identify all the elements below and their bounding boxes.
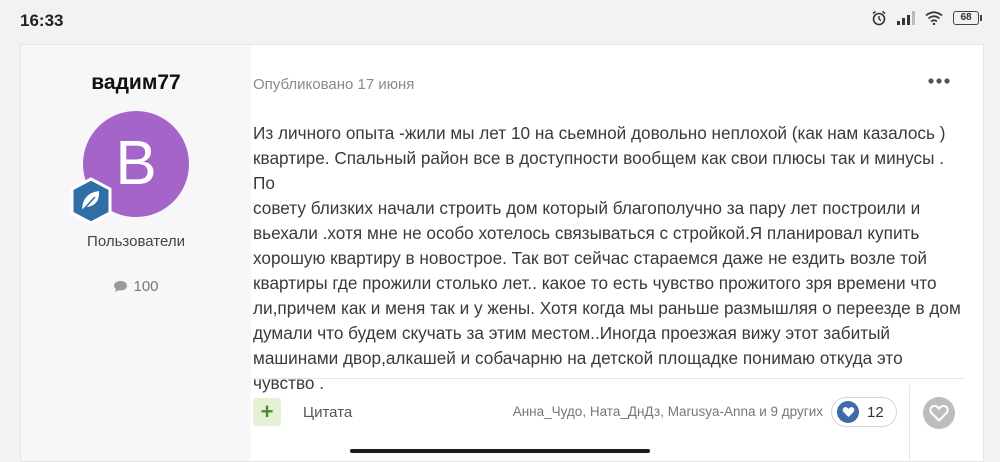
status-time: 16:33 <box>20 11 64 30</box>
status-icons: 68 <box>871 10 982 26</box>
post-card: вадим77 B Пользователи 100 Опубликовано … <box>20 44 984 462</box>
status-bar: 16:33 68 <box>0 0 1000 40</box>
post-count-value: 100 <box>133 278 159 295</box>
post-line: ли,причем как и меня так и у жены. Хотя … <box>253 298 961 318</box>
reaction-summary-button[interactable]: 12 <box>831 397 897 427</box>
post-line: думали что будем скучать за этим местом.… <box>253 323 891 343</box>
post-line: машинами двор,алкашей и собачарню на дет… <box>253 348 903 393</box>
author-group: Пользователи <box>87 233 185 250</box>
rank-badge-icon <box>70 177 112 225</box>
post-line: совету близких начали строить дом которы… <box>253 198 921 218</box>
heart-outline-icon <box>929 404 949 422</box>
react-button[interactable] <box>923 397 955 429</box>
alarm-icon <box>872 10 886 26</box>
quote-button[interactable]: Цитата <box>303 404 352 421</box>
heart-icon <box>837 401 859 423</box>
author-panel: вадим77 B Пользователи 100 <box>21 45 251 461</box>
post-line: вьехали .хотя мне не особо хотелось связ… <box>253 223 920 243</box>
post-line: квартире. Спальный район все в доступнос… <box>253 148 945 193</box>
post-line: квартиры где прожили столько лет.. какое… <box>253 273 937 293</box>
multiquote-plus-button[interactable]: + <box>253 398 281 426</box>
comment-icon <box>114 281 128 292</box>
reaction-count: 12 <box>867 403 884 421</box>
post-line: хорошую квартиру в новострое. Так вот се… <box>253 248 928 268</box>
post-divider <box>253 378 965 379</box>
battery-level: 68 <box>953 11 979 25</box>
post-line: Из личного опыта -жили мы лет 10 на сьем… <box>253 123 946 143</box>
more-options-icon[interactable] <box>927 73 951 89</box>
likers-list[interactable]: Анна_Чудо, Ната_ДнДз, Marusya-Anna и 9 д… <box>513 404 823 419</box>
reaction-divider <box>909 385 910 461</box>
wifi-icon <box>925 11 943 25</box>
author-name[interactable]: вадим77 <box>21 71 251 95</box>
post-body: Из личного опыта -жили мы лет 10 на сьем… <box>253 121 968 396</box>
author-post-count: 100 <box>21 278 251 295</box>
post-date[interactable]: Опубликовано 17 июня <box>253 76 414 93</box>
signal-icon <box>897 11 915 25</box>
battery-icon: 68 <box>953 11 982 25</box>
home-indicator[interactable] <box>350 449 650 453</box>
